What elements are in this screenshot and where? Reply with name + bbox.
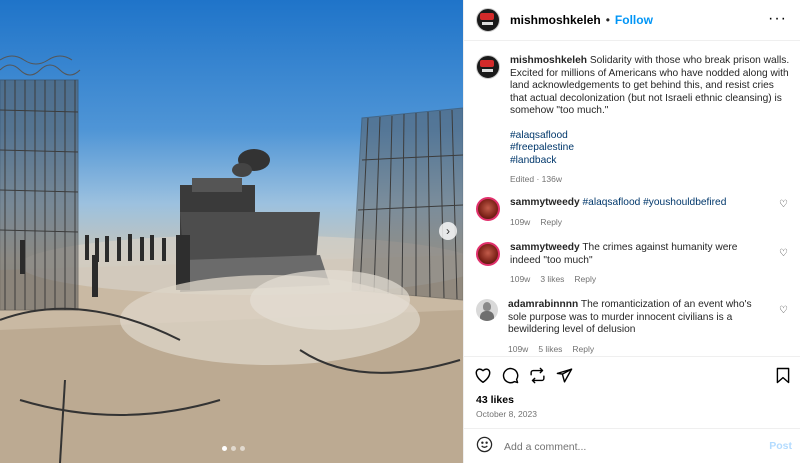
carousel-dot — [231, 446, 236, 451]
post-actions — [464, 356, 800, 393]
post-comment-button[interactable]: Post — [769, 440, 792, 452]
hashtag-link[interactable]: #freepalestine — [510, 142, 791, 155]
edited-timestamp: Edited · 136w — [510, 174, 562, 184]
post-header: mishmoshkeleh • Follow ··· — [464, 0, 800, 41]
chevron-right-icon: › — [446, 224, 450, 238]
more-options-icon[interactable]: ··· — [768, 10, 787, 28]
save-bookmark-icon[interactable] — [776, 367, 790, 389]
add-comment-bar: Post — [464, 428, 800, 464]
hashtag-link[interactable]: #alaqsaflood — [510, 130, 791, 143]
comment: adamrabinnnn The romanticization of an e… — [476, 299, 794, 355]
commenter-avatar[interactable] — [476, 299, 498, 321]
author-avatar[interactable] — [476, 8, 500, 32]
carousel-dot — [240, 446, 245, 451]
caption-hashtags: #alaqsaflood #freepalestine #landback — [510, 130, 791, 168]
separator-dot: • — [605, 13, 610, 27]
carousel-next-button[interactable]: › — [439, 222, 457, 240]
post-panel: mishmoshkeleh • Follow ··· mishmoshkeleh… — [463, 0, 800, 463]
follow-button[interactable]: Follow — [615, 13, 653, 27]
comment-bubble-icon[interactable] — [502, 367, 519, 389]
comment-time: 109w — [508, 343, 529, 354]
reply-button[interactable]: Reply — [540, 216, 562, 229]
comment-time: 109w — [510, 216, 531, 227]
likes-count[interactable]: 43 likes — [476, 394, 514, 406]
comment-time: 109w — [510, 274, 531, 284]
reply-button[interactable]: Reply — [572, 343, 594, 356]
comment-input[interactable] — [502, 439, 756, 454]
caption-avatar[interactable] — [476, 55, 500, 79]
post-caption: mishmoshkeleh Solidarity with those who … — [476, 55, 791, 186]
comment-likes[interactable]: 3 likes — [540, 273, 564, 286]
caption-username[interactable]: mishmoshkeleh — [510, 55, 587, 66]
commenter-username[interactable]: adamrabinnnn — [508, 299, 578, 310]
reply-button[interactable]: Reply — [574, 273, 596, 286]
commenter-username[interactable]: sammytweedy — [510, 242, 580, 253]
heart-icon[interactable]: ♡ — [779, 199, 788, 210]
share-send-icon[interactable] — [556, 367, 573, 389]
commenter-username[interactable]: sammytweedy — [510, 197, 580, 208]
repost-icon[interactable] — [529, 367, 546, 389]
commenter-avatar[interactable] — [476, 197, 500, 221]
author-username[interactable]: mishmoshkeleh — [510, 13, 601, 27]
heart-icon[interactable]: ♡ — [779, 248, 788, 259]
heart-icon[interactable]: ♡ — [779, 305, 788, 316]
comment: sammytweedy #alaqsaflood #youshouldbefir… — [476, 197, 794, 228]
commenter-avatar[interactable] — [476, 242, 500, 266]
post-date: October 8, 2023 — [476, 409, 537, 419]
comment: sammytweedy The crimes against humanity … — [476, 242, 794, 286]
carousel-dot — [222, 446, 227, 451]
comments-scroll-area[interactable]: mishmoshkeleh Solidarity with those who … — [464, 41, 800, 355]
carousel-dots — [222, 446, 245, 451]
hashtag-link[interactable]: #landback — [510, 155, 791, 168]
emoji-icon[interactable] — [476, 436, 493, 458]
like-heart-icon[interactable] — [474, 367, 492, 388]
comment-likes[interactable]: 5 likes — [538, 343, 562, 356]
photo-scene — [0, 55, 463, 463]
comment-hashtags[interactable]: #alaqsaflood #youshouldbefired — [583, 197, 727, 208]
post-photo[interactable]: › — [0, 0, 463, 463]
